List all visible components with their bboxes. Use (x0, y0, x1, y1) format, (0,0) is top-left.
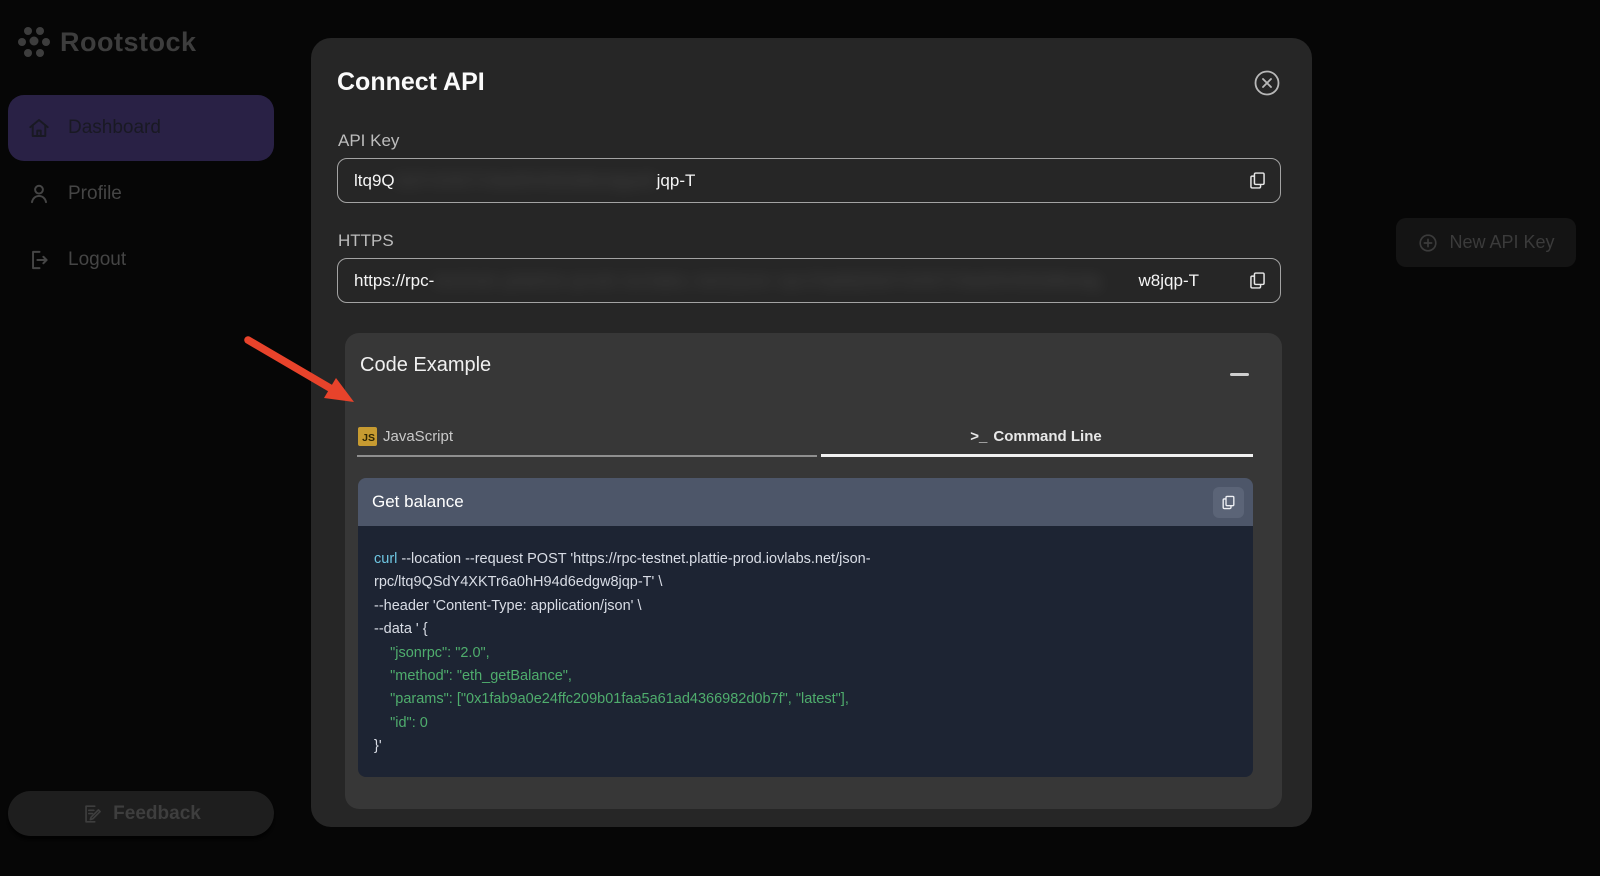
copy-icon[interactable] (1247, 170, 1268, 191)
tab-command-line-label: Command Line (993, 428, 1101, 445)
rootstock-logo: Rootstock (16, 24, 197, 60)
code-example-title: Code Example (360, 354, 491, 377)
feedback-label: Feedback (113, 803, 201, 825)
https-visible-end: w8jqp-T (1139, 271, 1199, 291)
api-key-visible-start: ltq9Q (354, 171, 395, 191)
tab-javascript[interactable]: JS JavaScript (358, 420, 453, 452)
sidebar-item-dashboard[interactable]: Dashboard (8, 95, 274, 161)
tab-underline-inactive (357, 455, 817, 457)
annotation-arrow (236, 328, 368, 414)
logo-text: Rootstock (60, 27, 197, 58)
code-snippet-title: Get balance (372, 492, 464, 512)
plus-circle-icon (1417, 232, 1439, 254)
tab-underline-active (821, 454, 1253, 457)
https-input[interactable]: https://rpc- testnet.plattie-prod.iovlab… (337, 258, 1281, 303)
code-copy-button[interactable] (1213, 487, 1244, 518)
logout-icon (26, 247, 52, 273)
tab-javascript-label: JavaScript (383, 428, 453, 445)
terminal-icon: >_ (970, 428, 987, 445)
new-api-key-button[interactable]: New API Key (1396, 218, 1576, 267)
sidebar-item-profile[interactable]: Profile (8, 168, 274, 220)
sidebar-item-label: Dashboard (68, 117, 161, 139)
javascript-icon: JS (358, 427, 377, 446)
copy-icon[interactable] (1247, 270, 1268, 291)
rootstock-logo-icon (16, 24, 52, 60)
api-key-input[interactable]: ltq9Q SdY4XKTr6a0hH94d6edgw8 jqp-T (337, 158, 1281, 203)
feedback-edit-icon (81, 803, 103, 825)
https-redacted: testnet.plattie-prod.iovlabs.net/json-rp… (434, 271, 1138, 291)
sidebar-item-label: Logout (68, 249, 126, 271)
tab-command-line[interactable]: >_ Command Line (819, 420, 1253, 452)
api-key-label: API Key (338, 131, 399, 151)
person-icon (26, 181, 52, 207)
sidebar-item-logout[interactable]: Logout (8, 234, 274, 286)
code-example-card: Code Example JS JavaScript >_ Command Li… (345, 333, 1282, 809)
new-api-key-label: New API Key (1449, 232, 1554, 253)
https-visible-start: https://rpc- (354, 271, 434, 291)
connect-api-modal: Connect API API Key ltq9Q SdY4XKTr6a0hH9… (311, 38, 1312, 827)
code-snippet-header: Get balance (358, 478, 1253, 526)
api-key-redacted: SdY4XKTr6a0hH94d6edgw8 (395, 171, 657, 191)
code-lines: curl --location --request POST 'https://… (358, 526, 1253, 777)
sidebar-item-label: Profile (68, 183, 122, 205)
modal-title: Connect API (337, 68, 485, 97)
https-label: HTTPS (338, 231, 394, 251)
app-root: Rootstock Dashboard Profile Logout (0, 0, 1600, 876)
close-icon[interactable] (1253, 69, 1281, 97)
home-icon (26, 115, 52, 141)
feedback-button[interactable]: Feedback (8, 791, 274, 836)
minimize-icon[interactable] (1230, 373, 1249, 376)
code-snippet: Get balance curl --location --request PO… (358, 478, 1253, 777)
api-key-visible-end: jqp-T (657, 171, 696, 191)
